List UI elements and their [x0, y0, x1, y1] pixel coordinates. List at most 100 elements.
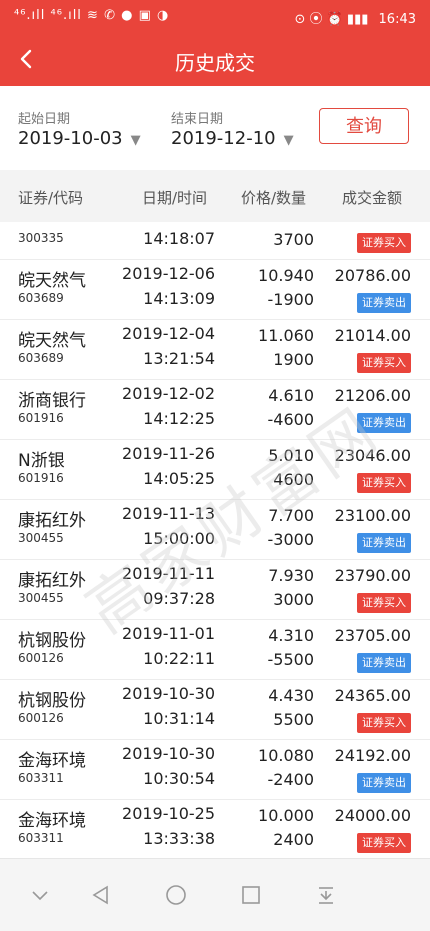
- security-code: 600126: [18, 651, 64, 665]
- trade-amount: 20786.00: [334, 266, 411, 285]
- trade-quantity: -1900: [267, 290, 315, 309]
- security-code: 601916: [18, 471, 64, 485]
- trade-date: 2019-10-25: [122, 804, 215, 823]
- query-button[interactable]: 查询: [319, 108, 409, 144]
- trade-price: 7.930: [268, 566, 314, 585]
- security-name: 皖天然气: [18, 331, 86, 351]
- trade-time: 14:13:09: [143, 289, 215, 308]
- security-code: 300455: [18, 591, 64, 605]
- trade-date: 2019-11-11: [122, 564, 215, 583]
- trade-amount: 23100.00: [334, 506, 411, 525]
- status-icons-left: ⁴⁶.ıll ⁴⁶.ıll ≋ ✆ ● ▣ ◑: [14, 8, 170, 23]
- trade-side-badge: 证券卖出: [357, 293, 411, 313]
- trade-time: 13:21:54: [143, 349, 215, 368]
- trade-amount: 24365.00: [334, 686, 411, 705]
- notification-drawer-icon[interactable]: [310, 879, 342, 911]
- trade-side-badge: 证券卖出: [357, 773, 411, 793]
- table-row[interactable]: 300335 14:18:07 3700 证券买入: [0, 222, 430, 260]
- back-triangle-icon[interactable]: [85, 879, 117, 911]
- table-row[interactable]: 康拓红外 300455 2019-11-11 09:37:28 7.930 3000 237…: [0, 560, 430, 620]
- trade-price: 10.940: [258, 266, 314, 285]
- trade-amount: 21206.00: [334, 386, 411, 405]
- table-row[interactable]: 皖天然气 603689 2019-12-04 13:21:54 11.060 1900 21…: [0, 320, 430, 380]
- table-row[interactable]: 康拓红外 300455 2019-11-13 15:00:00 7.700 -3000 23…: [0, 500, 430, 560]
- title-bar: 历史成交: [0, 34, 430, 86]
- trade-amount: 23705.00: [334, 626, 411, 645]
- end-date-picker[interactable]: 2019-12-10 ▼: [171, 128, 294, 149]
- trade-amount: 23790.00: [334, 566, 411, 585]
- trade-date: 2019-12-06: [122, 264, 215, 283]
- trade-side-badge: 证券买入: [357, 473, 411, 493]
- trade-quantity: 4600: [273, 470, 314, 489]
- trade-date: 2019-10-30: [122, 684, 215, 703]
- trade-date: 2019-12-04: [122, 324, 215, 343]
- trade-amount: 23046.00: [334, 446, 411, 465]
- trade-side-badge: 证券买入: [357, 353, 411, 373]
- trade-amount: 24192.00: [334, 746, 411, 765]
- security-code: 601916: [18, 411, 64, 425]
- security-name: 浙商银行: [18, 391, 86, 411]
- table-row[interactable]: 金海环境 603311 2019-10-25 13:33:38 10.000 2400 24…: [0, 800, 430, 858]
- trade-quantity: 1900: [273, 350, 314, 369]
- table-row[interactable]: 金海环境 603311 2019-10-30 10:30:54 10.080 -2400 2…: [0, 740, 430, 800]
- end-date-label: 结束日期: [171, 112, 224, 127]
- trade-time: 10:30:54: [143, 769, 215, 788]
- home-circle-icon[interactable]: [160, 879, 192, 911]
- trade-price: 11.060: [258, 326, 314, 345]
- security-code: 300335: [18, 231, 64, 245]
- column-header-security: 证券/代码: [18, 189, 84, 207]
- trade-date: 2019-11-01: [122, 624, 215, 643]
- recent-square-icon[interactable]: [235, 879, 267, 911]
- trade-quantity: 3000: [273, 590, 314, 609]
- table-row[interactable]: 杭钢股份 600126 2019-10-30 10:31:14 4.430 5500 243…: [0, 680, 430, 740]
- collapse-icon[interactable]: [24, 879, 56, 911]
- trade-quantity: -3000: [267, 530, 315, 549]
- trade-quantity: -5500: [267, 650, 315, 669]
- trade-side-badge: 证券卖出: [357, 413, 411, 433]
- status-time: 16:43: [378, 12, 416, 27]
- security-code: 600126: [18, 711, 64, 725]
- page-title: 历史成交: [175, 51, 255, 75]
- trade-time: 14:18:07: [143, 229, 215, 248]
- trade-side-badge: 证券买入: [357, 233, 411, 253]
- table-row[interactable]: 皖天然气 603689 2019-12-06 14:13:09 10.940 -1900 2…: [0, 260, 430, 320]
- trade-quantity: 5500: [273, 710, 314, 729]
- security-name: N浙银: [18, 451, 65, 471]
- trade-list[interactable]: 300335 14:18:07 3700 证券买入 皖天然气 603689 2019-12-…: [0, 222, 430, 858]
- security-name: 康拓红外: [18, 511, 86, 531]
- trade-time: 14:12:25: [143, 409, 215, 428]
- security-name: 金海环境: [18, 751, 86, 771]
- trade-side-badge: 证券卖出: [357, 653, 411, 673]
- table-header: 证券/代码 日期/时间 价格/数量 成交金额: [0, 170, 430, 222]
- date-filter: 起始日期 2019-10-03 ▼ 结束日期 2019-12-10 ▼ 查询: [0, 86, 430, 170]
- security-name: 杭钢股份: [18, 631, 86, 651]
- trade-price: 10.080: [258, 746, 314, 765]
- trade-date: 2019-11-26: [122, 444, 215, 463]
- trade-quantity: -4600: [267, 410, 315, 429]
- trade-side-badge: 证券买入: [357, 593, 411, 613]
- trade-amount: 24000.00: [334, 806, 411, 825]
- trade-price: 10.000: [258, 806, 314, 825]
- security-name: 金海环境: [18, 811, 86, 831]
- dropdown-triangle-icon: ▼: [283, 133, 294, 148]
- trade-quantity: -2400: [267, 770, 315, 789]
- trade-price: 4.430: [268, 686, 314, 705]
- security-name: 皖天然气: [18, 271, 86, 291]
- trade-amount: 21014.00: [334, 326, 411, 345]
- column-header-price-qty: 价格/数量: [241, 189, 307, 207]
- trade-side-badge: 证券卖出: [357, 533, 411, 553]
- start-date-picker[interactable]: 2019-10-03 ▼: [18, 128, 141, 149]
- trade-time: 09:37:28: [143, 589, 215, 608]
- security-code: 603311: [18, 771, 64, 785]
- end-date-value: 2019-12-10: [171, 128, 276, 149]
- table-row[interactable]: 杭钢股份 600126 2019-11-01 10:22:11 4.310 -5500 23…: [0, 620, 430, 680]
- trade-price: 4.310: [268, 626, 314, 645]
- table-row[interactable]: 浙商银行 601916 2019-12-02 14:12:25 4.610 -4600 21…: [0, 380, 430, 440]
- trade-side-badge: 证券买入: [357, 713, 411, 733]
- column-header-amount: 成交金额: [342, 189, 403, 207]
- trade-price: 7.700: [268, 506, 314, 525]
- start-date-value: 2019-10-03: [18, 128, 123, 149]
- security-code: 603689: [18, 351, 64, 365]
- trade-date: 2019-11-13: [122, 504, 215, 523]
- table-row[interactable]: N浙银 601916 2019-11-26 14:05:25 5.010 4600 2304…: [0, 440, 430, 500]
